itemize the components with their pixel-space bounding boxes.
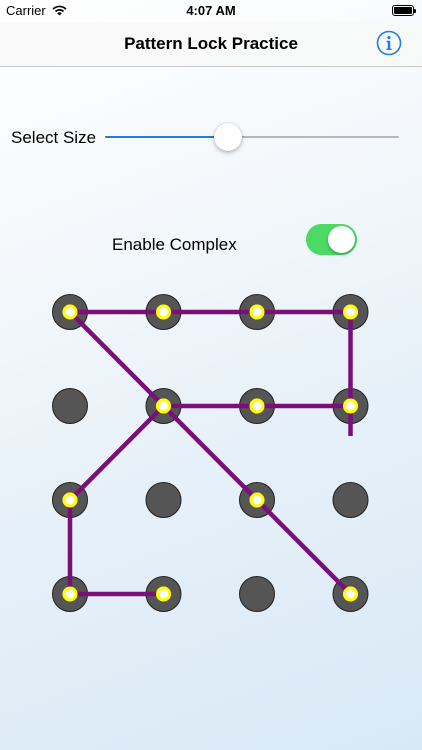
- dot-active-center: [343, 586, 358, 602]
- dot-active-center: [156, 586, 171, 602]
- pattern-segment: [254, 497, 353, 597]
- pattern-segment: [67, 309, 166, 409]
- dot-active-center: [249, 304, 265, 320]
- pattern-dot[interactable]: [332, 482, 369, 518]
- dot-active-center: [62, 492, 78, 508]
- pattern-segment: [161, 403, 260, 503]
- dot-active-center: [249, 398, 265, 414]
- dot-active-center: [156, 398, 171, 414]
- pattern-lock-grid[interactable]: [0, 0, 422, 750]
- dot-active-center: [156, 304, 171, 320]
- dot-active-center: [343, 398, 358, 414]
- dot-active-center: [343, 304, 358, 320]
- dot-active-center: [62, 586, 78, 602]
- dot-active-center: [249, 492, 265, 508]
- pattern-segment: [67, 403, 166, 503]
- pattern-path: [67, 309, 353, 597]
- dot-outer: [52, 388, 88, 424]
- pattern-dot[interactable]: [52, 388, 88, 424]
- dot-active-center: [62, 304, 78, 320]
- pattern-dot[interactable]: [239, 576, 275, 612]
- dot-outer: [332, 482, 369, 518]
- dot-outer: [145, 482, 182, 518]
- pattern-dot[interactable]: [145, 482, 182, 518]
- dot-outer: [239, 576, 275, 612]
